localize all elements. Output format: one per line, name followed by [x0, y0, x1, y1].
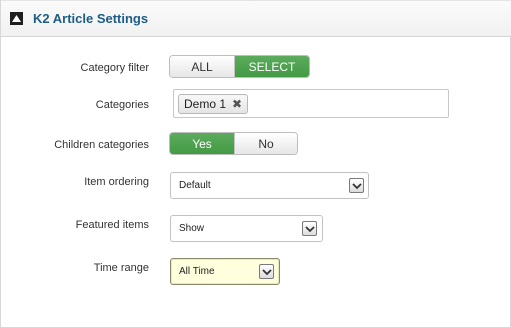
category-filter-label: Category filter	[80, 62, 149, 74]
featured-items-value: Show	[179, 223, 205, 234]
chevron-down-icon[interactable]	[302, 221, 317, 236]
collapse-triangle-icon[interactable]	[10, 12, 23, 25]
categories-tag-input[interactable]: Demo 1 ✖	[173, 89, 449, 118]
featured-items-label: Featured items	[75, 219, 149, 231]
category-filter-toggle: ALL SELECT	[169, 55, 310, 78]
children-categories-yes-option[interactable]: Yes	[170, 133, 234, 154]
time-range-select[interactable]: All Time	[170, 258, 280, 285]
category-tag-text: Demo 1	[184, 97, 227, 111]
item-ordering-select[interactable]: Default	[170, 172, 369, 199]
time-range-value: All Time	[179, 266, 215, 277]
panel-title: K2 Article Settings	[33, 11, 149, 26]
panel-header[interactable]: K2 Article Settings	[1, 0, 511, 37]
categories-label: Categories	[95, 99, 149, 111]
featured-items-select[interactable]: Show	[170, 215, 323, 242]
children-categories-toggle: Yes No	[169, 132, 298, 155]
remove-tag-icon[interactable]: ✖	[232, 98, 242, 110]
item-ordering-value: Default	[179, 180, 211, 191]
time-range-label: Time range	[93, 262, 149, 274]
chevron-down-icon[interactable]	[349, 178, 364, 193]
children-categories-label: Children categories	[54, 139, 149, 151]
k2-article-settings-panel: K2 Article Settings Category filter ALL …	[0, 0, 511, 328]
category-filter-all-option[interactable]: ALL	[170, 56, 234, 77]
item-ordering-label: Item ordering	[84, 176, 149, 188]
category-filter-select-option[interactable]: SELECT	[234, 56, 309, 77]
chevron-down-icon[interactable]	[259, 264, 274, 279]
children-categories-no-option[interactable]: No	[234, 133, 297, 154]
category-tag: Demo 1 ✖	[178, 94, 248, 114]
